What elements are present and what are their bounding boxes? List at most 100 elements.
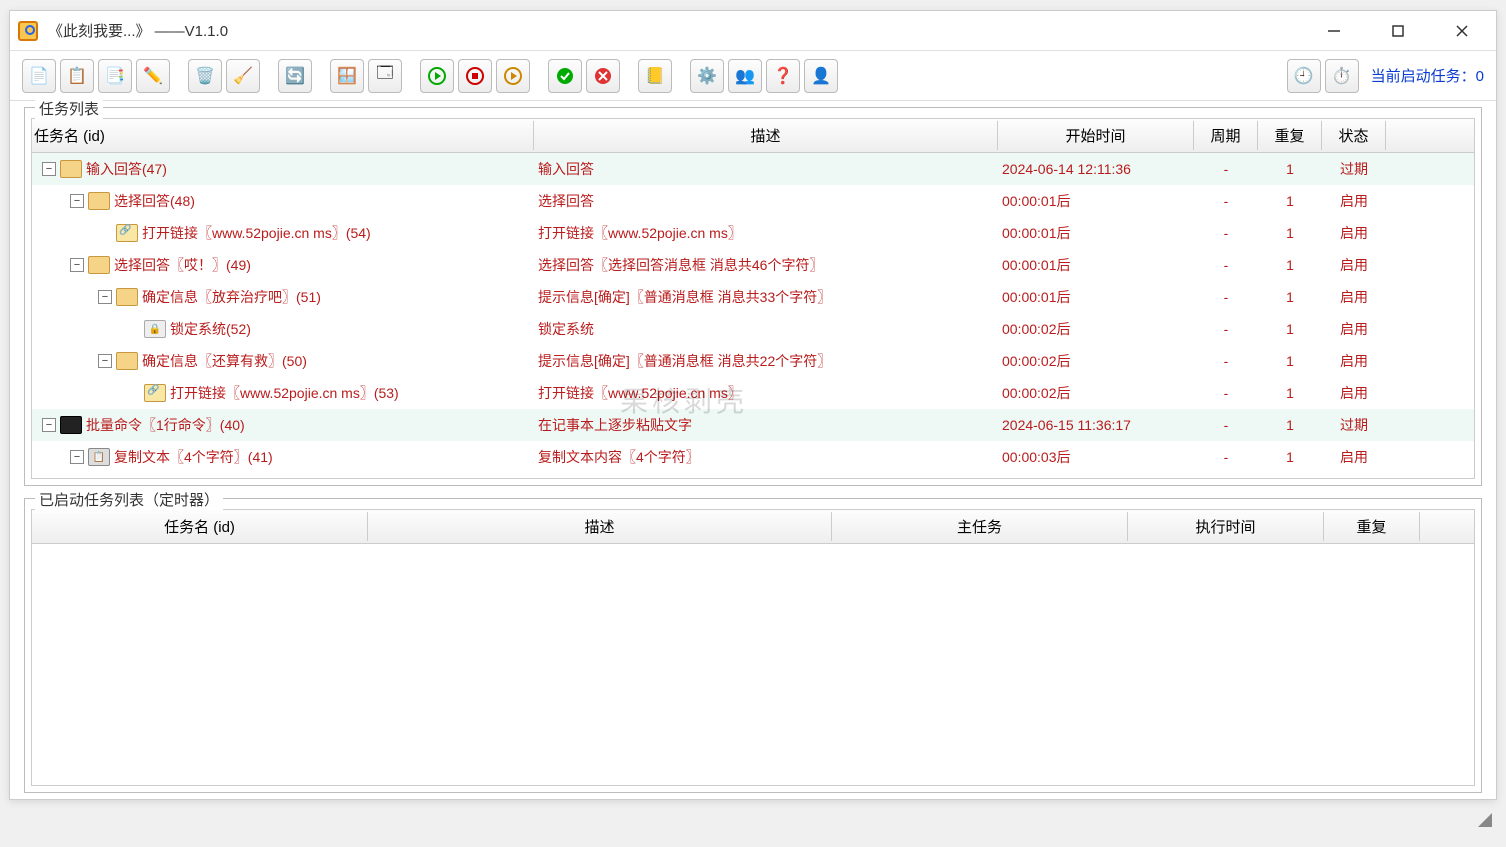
tree-toggle[interactable]: −: [70, 450, 84, 464]
task-desc: 提示信息[确定]〖普通消息框 消息共33个字符〗: [534, 287, 998, 307]
tb-stop[interactable]: [458, 59, 492, 93]
tb-users[interactable]: 👥: [728, 59, 762, 93]
task-desc: 在记事本上逐步粘贴文字: [534, 415, 998, 435]
running-list-panel: 已启动任务列表（定时器） 任务名 (id) 描述 主任务 执行时间 重复: [24, 498, 1482, 793]
task-repeat: 1: [1258, 449, 1322, 465]
cmd-icon: [60, 416, 82, 434]
task-time: 00:00:02后: [998, 319, 1194, 339]
running-grid-body[interactable]: [32, 544, 1474, 744]
col-cycle[interactable]: 周期: [1194, 121, 1258, 150]
tb-note[interactable]: 📒: [638, 59, 672, 93]
task-status: 过期: [1322, 159, 1386, 179]
col2-desc[interactable]: 描述: [368, 512, 832, 541]
task-repeat: 1: [1258, 321, 1322, 337]
col2-repeat[interactable]: 重复: [1324, 512, 1420, 541]
tb-settings[interactable]: ⚙️: [690, 59, 724, 93]
task-row[interactable]: −批量命令〖1行命令〗(40)在记事本上逐步粘贴文字2024-06-15 11:…: [32, 409, 1474, 441]
tb-refresh[interactable]: 🔄: [278, 59, 312, 93]
task-cycle: -: [1194, 321, 1258, 337]
dlg-icon: [88, 256, 110, 274]
task-status: 启用: [1322, 191, 1386, 211]
task-status: 启用: [1322, 351, 1386, 371]
task-cycle: -: [1194, 257, 1258, 273]
tree-toggle[interactable]: −: [98, 290, 112, 304]
tb-cancel[interactable]: [586, 59, 620, 93]
task-time: 00:00:01后: [998, 223, 1194, 243]
task-status: 启用: [1322, 383, 1386, 403]
task-repeat: 1: [1258, 385, 1322, 401]
task-name: 选择回答〖哎！〗(49): [114, 255, 251, 275]
tb-timer[interactable]: ⏱️: [1325, 59, 1359, 93]
tb-play2[interactable]: [496, 59, 530, 93]
task-cycle: -: [1194, 193, 1258, 209]
tree-toggle[interactable]: −: [42, 418, 56, 432]
tree-toggle[interactable]: −: [70, 258, 84, 272]
col2-time[interactable]: 执行时间: [1128, 512, 1324, 541]
dlg-icon: [116, 288, 138, 306]
titlebar: 《此刻我要...》 ——V1.1.0: [10, 11, 1496, 51]
tb-edit[interactable]: ✏️: [136, 59, 170, 93]
task-row[interactable]: −输入回答(47)输入回答2024-06-14 12:11:36-1过期: [32, 153, 1474, 185]
task-time: 00:00:02后: [998, 383, 1194, 403]
task-repeat: 1: [1258, 257, 1322, 273]
task-name: 复制文本〖4个字符〗(41): [114, 447, 273, 467]
close-button[interactable]: [1444, 16, 1480, 46]
task-repeat: 1: [1258, 417, 1322, 433]
running-count-label: 当前启动任务：0: [1371, 65, 1484, 86]
task-cycle: -: [1194, 289, 1258, 305]
col-desc[interactable]: 描述: [534, 121, 998, 150]
task-status: 启用: [1322, 255, 1386, 275]
task-row[interactable]: −选择回答〖哎！〗(49)选择回答〖选择回答消息框 消息共46个字符〗00:00…: [32, 249, 1474, 281]
task-desc: 选择回答: [534, 191, 998, 211]
task-time: 00:00:02后: [998, 351, 1194, 371]
task-desc: 锁定系统: [534, 319, 998, 339]
tb-paste[interactable]: 📋: [60, 59, 94, 93]
task-repeat: 1: [1258, 225, 1322, 241]
task-row[interactable]: −确定信息〖放弃治疗吧〗(51)提示信息[确定]〖普通消息框 消息共33个字符〗…: [32, 281, 1474, 313]
col-status[interactable]: 状态: [1322, 121, 1386, 150]
tb-delete[interactable]: 🗑️: [188, 59, 222, 93]
col2-name[interactable]: 任务名 (id): [32, 512, 368, 541]
task-row[interactable]: −确定信息〖还算有救〗(50)提示信息[确定]〖普通消息框 消息共22个字符〗0…: [32, 345, 1474, 377]
col-time[interactable]: 开始时间: [998, 121, 1194, 150]
task-name: 打开链接〖www.52pojie.cn ms〗(54): [142, 223, 371, 243]
col-repeat[interactable]: 重复: [1258, 121, 1322, 150]
task-name: 打开链接〖www.52pojie.cn ms〗(53): [170, 383, 399, 403]
tb-history[interactable]: 🕘: [1287, 59, 1321, 93]
tb-window1[interactable]: 🪟: [330, 59, 364, 93]
copy-icon: [88, 448, 110, 466]
toolbar: 📄 📋 📑 ✏️ 🗑️ 🧹 🔄 🪟 🗔 📒 ⚙️ 👥 ❓ 👤 🕘 ⏱️ 当前启动…: [10, 51, 1496, 101]
tb-play[interactable]: [420, 59, 454, 93]
tb-help[interactable]: ❓: [766, 59, 800, 93]
col-name[interactable]: 任务名 (id): [32, 121, 534, 150]
task-status: 启用: [1322, 287, 1386, 307]
task-row[interactable]: 打开链接〖www.52pojie.cn ms〗(53)打开链接〖www.52po…: [32, 377, 1474, 409]
tb-about[interactable]: 👤: [804, 59, 838, 93]
task-repeat: 1: [1258, 289, 1322, 305]
tb-clear[interactable]: 🧹: [226, 59, 260, 93]
task-cycle: -: [1194, 417, 1258, 433]
tb-new[interactable]: 📄: [22, 59, 56, 93]
task-cycle: -: [1194, 161, 1258, 177]
tree-toggle[interactable]: −: [98, 354, 112, 368]
tb-copy[interactable]: 📑: [98, 59, 132, 93]
maximize-button[interactable]: [1380, 16, 1416, 46]
tb-check[interactable]: [548, 59, 582, 93]
task-row[interactable]: 锁定系统(52)锁定系统00:00:02后-1启用: [32, 313, 1474, 345]
task-time: 00:00:01后: [998, 191, 1194, 211]
task-row[interactable]: 打开链接〖www.52pojie.cn ms〗(54)打开链接〖www.52po…: [32, 217, 1474, 249]
task-grid-body[interactable]: −输入回答(47)输入回答2024-06-14 12:11:36-1过期−选择回…: [32, 153, 1474, 478]
task-row[interactable]: −复制文本〖4个字符〗(41)复制文本内容〖4个字符〗00:00:03后-1启用: [32, 441, 1474, 473]
lock-icon: [144, 320, 166, 338]
task-name: 确定信息〖还算有救〗(50): [142, 351, 307, 371]
tree-toggle[interactable]: −: [70, 194, 84, 208]
tree-toggle[interactable]: −: [42, 162, 56, 176]
task-name: 批量命令〖1行命令〗(40): [86, 415, 245, 435]
minimize-button[interactable]: [1316, 16, 1352, 46]
resize-grip[interactable]: [1478, 813, 1492, 827]
task-row[interactable]: −选择回答(48)选择回答00:00:01后-1启用: [32, 185, 1474, 217]
tb-window2[interactable]: 🗔: [368, 59, 402, 93]
col2-main[interactable]: 主任务: [832, 512, 1128, 541]
task-repeat: 1: [1258, 193, 1322, 209]
task-time: 00:00:01后: [998, 255, 1194, 275]
